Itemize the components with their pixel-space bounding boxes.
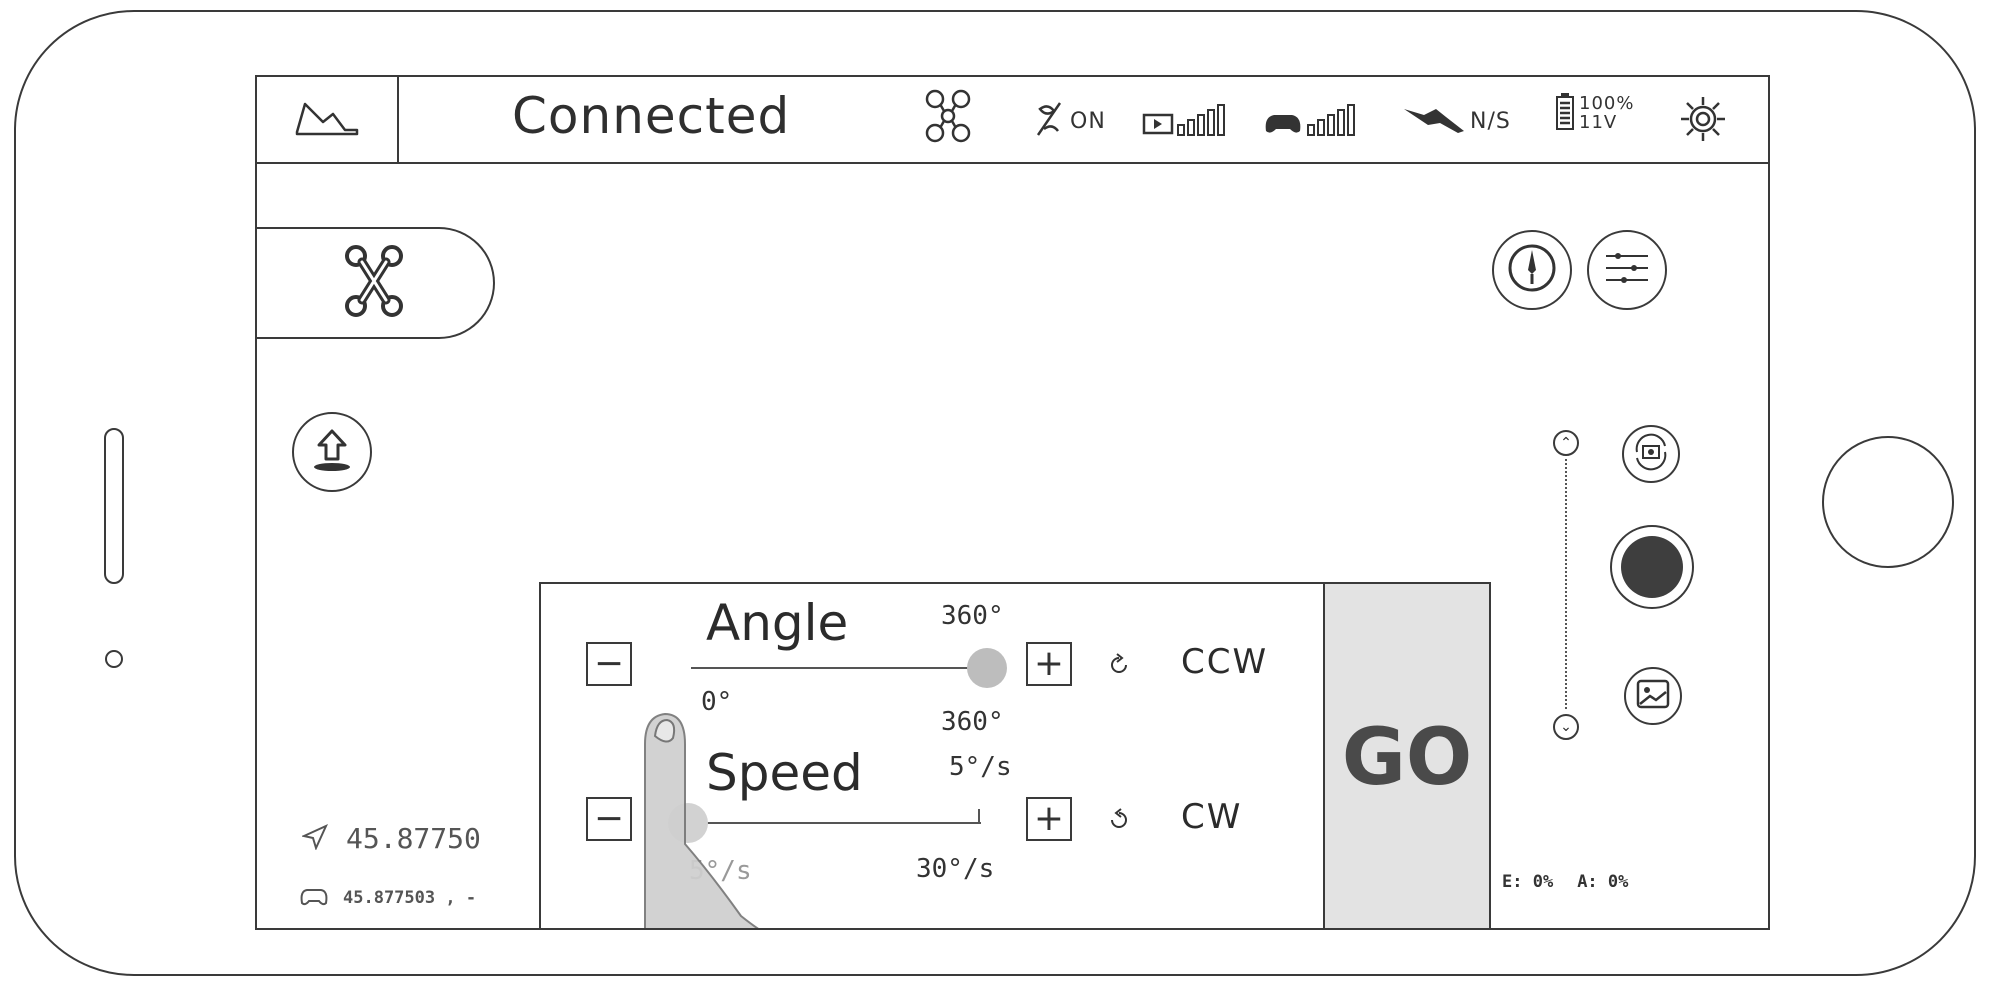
zoom-down-button[interactable]: ⌄ — [1553, 714, 1579, 740]
aircraft-location-icon — [300, 823, 329, 854]
shutter-icon — [1621, 536, 1683, 598]
battery-voltage: 11V — [1579, 112, 1618, 133]
rotate-ccw-icon[interactable] — [1106, 652, 1132, 682]
zoom-down-icon: ⌄ — [1560, 719, 1572, 735]
battery-status: 100% 11V — [1555, 91, 1634, 135]
satellite-status: N/S — [1402, 101, 1511, 141]
settings-icon[interactable] — [1679, 95, 1727, 147]
connection-status: Connected — [512, 87, 791, 145]
angle-plus-button[interactable]: + — [1026, 642, 1072, 686]
video-signal-icon — [1142, 103, 1238, 143]
drone-mode-tab[interactable] — [257, 227, 495, 339]
video-signal — [1142, 103, 1238, 143]
finger-gesture-icon — [631, 654, 821, 928]
speed-max: 30°/s — [916, 854, 995, 884]
speed-slider-end — [978, 809, 980, 823]
gps-status: ON — [1032, 99, 1106, 143]
app-screen: Connected ON N/S 100% 11V ⌃ ⌄ 45.87750 4… — [255, 75, 1770, 930]
controller-coords-text: 45.877503 , - — [343, 888, 477, 908]
satellite-icon — [1402, 101, 1466, 141]
takeoff-icon — [307, 425, 357, 479]
speed-direction: CW — [1181, 797, 1243, 837]
satellite-status-text: N/S — [1470, 108, 1511, 134]
stat-e: E: 0% — [1502, 872, 1554, 892]
phone-camera-dot — [105, 650, 123, 668]
gps-icon — [1032, 99, 1066, 143]
camera-settings-button[interactable] — [1587, 230, 1667, 310]
rotation-panel: − Angle 360° 0° 360° + CCW − Speed 5°/s … — [539, 582, 1491, 928]
compass-button[interactable] — [1492, 230, 1572, 310]
flight-stats: E: 0% A: 0% — [1502, 872, 1628, 892]
zoom-track[interactable] — [1565, 459, 1567, 709]
speed-min-top: 5°/s — [949, 752, 1012, 782]
speed-plus-button[interactable]: + — [1026, 797, 1072, 841]
rotate-cw-icon[interactable] — [1106, 807, 1132, 837]
aircraft-coords: 45.87750 — [300, 822, 481, 855]
drone-status-icon — [925, 87, 971, 151]
phone-speaker-slot — [104, 428, 124, 584]
gallery-button[interactable] — [1624, 667, 1682, 725]
gallery-icon — [1635, 678, 1671, 714]
shutter-button[interactable] — [1610, 525, 1694, 609]
aircraft-coords-text: 45.87750 — [346, 822, 481, 855]
map-button[interactable] — [257, 77, 399, 162]
controller-signal — [1262, 101, 1362, 143]
battery-percent: 100% — [1579, 93, 1635, 114]
angle-direction: CCW — [1181, 642, 1269, 682]
zoom-up-button[interactable]: ⌃ — [1553, 430, 1579, 456]
camera-settings-icon — [1602, 248, 1652, 292]
angle-slider-thumb[interactable] — [967, 648, 1007, 688]
angle-minus-button[interactable]: − — [586, 642, 632, 686]
zoom-up-icon: ⌃ — [1560, 435, 1572, 451]
go-button[interactable]: GO — [1323, 582, 1491, 928]
gps-status-text: ON — [1070, 108, 1106, 134]
angle-max-top: 360° — [941, 601, 1004, 631]
camera-switch-icon — [1629, 430, 1673, 478]
speed-minus-button[interactable]: − — [586, 797, 632, 841]
controller-coords: 45.877503 , - — [299, 885, 476, 911]
phone-home-button — [1822, 436, 1954, 568]
controller-signal-icon — [1262, 101, 1362, 143]
map-icon — [293, 98, 361, 142]
controller-location-icon — [299, 885, 329, 911]
compass-icon — [1504, 240, 1560, 300]
angle-max-bottom: 360° — [941, 707, 1004, 737]
battery-readout: 100% 11V — [1579, 94, 1634, 132]
battery-icon — [1555, 91, 1575, 135]
status-bar: Connected ON N/S 100% 11V — [257, 77, 1768, 164]
drone-mode-icon — [344, 242, 404, 324]
angle-label: Angle — [706, 594, 849, 652]
takeoff-button[interactable] — [292, 412, 372, 492]
camera-switch-button[interactable] — [1622, 425, 1680, 483]
stat-a: A: 0% — [1577, 872, 1629, 892]
